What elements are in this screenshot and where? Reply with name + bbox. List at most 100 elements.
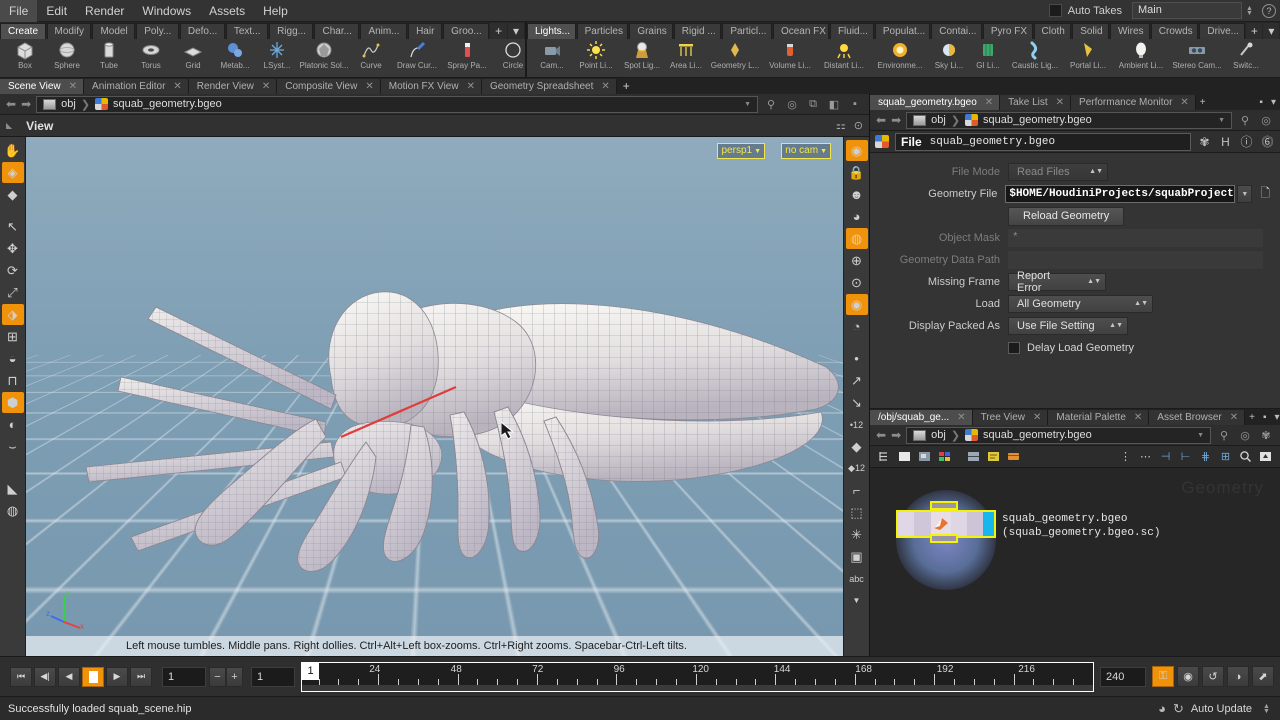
shelf-tool-ambient-light[interactable]: Ambient Li... xyxy=(1113,40,1169,77)
layout-node-icon[interactable] xyxy=(965,449,982,464)
cook-icon[interactable]: ◕ xyxy=(1158,701,1166,716)
delay-load-geometry-checkbox[interactable] xyxy=(1008,342,1020,354)
align-right-icon[interactable]: ⊢ xyxy=(1177,449,1194,464)
path-dropdown-icon[interactable]: ▼ xyxy=(1197,432,1204,439)
material-display-icon[interactable]: ◉ xyxy=(846,294,868,315)
shelf-tool-distant-light[interactable]: Distant Li... xyxy=(817,40,871,77)
shelf-tab-containers[interactable]: Contai... xyxy=(931,23,982,39)
pin-icon[interactable]: ⚲ xyxy=(763,96,779,112)
close-icon[interactable]: ✕ xyxy=(69,79,77,94)
take-spinner[interactable]: ▲▼ xyxy=(1244,2,1255,19)
more-icon[interactable]: ▪ xyxy=(847,96,863,112)
point-number-icon[interactable]: •12 xyxy=(846,414,868,435)
primitive-display-icon[interactable]: ◆ xyxy=(846,436,868,457)
viewport-cam-chip[interactable]: no cam▼ xyxy=(781,143,831,159)
shelf-tab-grains[interactable]: Grains xyxy=(629,23,672,39)
loop-icon[interactable]: ↺ xyxy=(1202,666,1224,687)
shelf-tool-sphere[interactable]: Sphere xyxy=(46,40,88,77)
viewport-camera-chip[interactable]: persp1▼ xyxy=(717,143,765,159)
shelf-tab-pyrofx[interactable]: Pyro FX xyxy=(983,23,1033,39)
nav-forward-icon[interactable]: ➡ xyxy=(891,113,901,127)
gear-icon[interactable]: ✾ xyxy=(1197,135,1212,149)
vector-display-icon[interactable]: ↘ xyxy=(846,392,868,413)
missing-frame-menu[interactable]: Report Error ▲▼ xyxy=(1008,273,1106,291)
close-icon[interactable]: ✕ xyxy=(1230,410,1238,425)
step-back-icon[interactable]: ◀| xyxy=(34,667,56,687)
shelf-tab-hair[interactable]: Hair xyxy=(408,23,442,39)
snap-grid-icon[interactable]: ⊞ xyxy=(2,326,24,347)
search-icon[interactable] xyxy=(1237,449,1254,464)
pane-tab-geometry-spreadsheet[interactable]: Geometry Spreadsheet ✕ xyxy=(482,79,617,94)
frame-increment-button[interactable]: + xyxy=(226,667,243,687)
network-path-field[interactable]: obj ❯ squab_geometry.bgeo ▼ xyxy=(906,427,1211,444)
lock-icon[interactable]: 🔒 xyxy=(846,162,868,183)
palette-icon[interactable]: ◧ xyxy=(826,96,842,112)
menu-help[interactable]: Help xyxy=(254,0,297,22)
shelf-tab-groom[interactable]: Groo... xyxy=(443,23,489,39)
shelf-tool-switcher[interactable]: Switc... xyxy=(1225,40,1267,77)
blank-node-icon[interactable] xyxy=(896,449,913,464)
align-left-icon[interactable]: ⊣ xyxy=(1157,449,1174,464)
pane-tab-performance-monitor[interactable]: Performance Monitor ✕ xyxy=(1071,95,1196,110)
shelf-tab-crowds[interactable]: Crowds xyxy=(1151,23,1199,39)
more-options-icon[interactable]: ▼ xyxy=(846,590,868,611)
audio-icon[interactable]: ◑ xyxy=(1227,666,1249,687)
snap-magnet-icon[interactable]: ⊓ xyxy=(2,370,24,391)
maximize-pane-icon[interactable]: ▪ xyxy=(1255,95,1267,110)
shelf-tool-environment-light[interactable]: Environme... xyxy=(871,40,929,77)
scene-path-field[interactable]: obj ❯ squab_geometry.bgeo ▼ xyxy=(36,96,758,113)
stop-icon[interactable] xyxy=(82,667,104,687)
arrow-select-icon[interactable]: ↖ xyxy=(2,216,24,237)
add-pane-tab-button[interactable]: + xyxy=(1196,95,1210,110)
reload-geometry-button[interactable]: Reload Geometry xyxy=(1008,207,1124,226)
shelf-tab-particlefluid[interactable]: Particl... xyxy=(722,23,772,39)
pane-tab-composite-view[interactable]: Composite View ✕ xyxy=(277,79,380,94)
info-icon[interactable]: ⓘ xyxy=(1239,133,1254,150)
shelf-tab-rigging[interactable]: Rigg... xyxy=(269,23,313,39)
path-dropdown-icon[interactable]: ▼ xyxy=(1218,117,1225,124)
object-mask-input[interactable]: * xyxy=(1008,229,1263,247)
pane-tab-motion-fx-view[interactable]: Motion FX View ✕ xyxy=(381,79,482,94)
play-forward-icon[interactable]: ▶ xyxy=(106,667,128,687)
shelf-tab-solid[interactable]: Solid xyxy=(1072,23,1109,39)
align-vertical-icon[interactable]: ⋮ xyxy=(1117,449,1134,464)
gear-icon[interactable]: ✾ xyxy=(1258,427,1274,443)
viewport-menu-caret-icon[interactable]: ◣ xyxy=(6,121,12,130)
shelf-tab-create[interactable]: Create xyxy=(0,23,46,39)
axis-display-icon[interactable]: ⌐ xyxy=(846,480,868,501)
shelf-add-tab-button[interactable]: + xyxy=(490,23,507,39)
close-icon[interactable]: ✕ xyxy=(1180,95,1188,110)
distribute-icon[interactable]: ⋕ xyxy=(1197,449,1214,464)
shelf-tab-animation[interactable]: Anim... xyxy=(360,23,407,39)
add-light-icon[interactable]: ⊕ xyxy=(846,250,868,271)
add-pane-tab-button[interactable]: + xyxy=(617,79,636,94)
shelf-tool-gi-light[interactable]: GI Li... xyxy=(969,40,1007,77)
close-icon[interactable]: ✕ xyxy=(957,410,965,425)
playhead-frame-indicator[interactable]: 1 xyxy=(302,663,319,680)
select-tool-icon[interactable]: ◆ xyxy=(2,184,24,205)
shelf-tab-wires[interactable]: Wires xyxy=(1110,23,1150,39)
shelf-tool-caustic-light[interactable]: Caustic Lig... xyxy=(1007,40,1063,77)
pin-icon[interactable]: ⚲ xyxy=(1237,112,1253,128)
close-icon[interactable]: ✕ xyxy=(1134,410,1142,425)
help-circle-icon[interactable]: ? xyxy=(1262,4,1276,18)
play-reverse-icon[interactable]: ◀ xyxy=(58,667,80,687)
headlight-icon[interactable]: ⊙ xyxy=(846,272,868,293)
lighting-icon[interactable]: ◍ xyxy=(846,228,868,249)
current-frame-field[interactable]: 1 xyxy=(162,667,206,687)
keyframe-icon[interactable]: ◉ xyxy=(1177,666,1199,687)
rotate-tool-icon[interactable]: ⟳ xyxy=(2,260,24,281)
menu-file[interactable]: File xyxy=(0,0,37,22)
pane-tab-tree-view[interactable]: Tree View ✕ xyxy=(973,410,1049,425)
point-display-icon[interactable]: • xyxy=(846,348,868,369)
box-group-icon[interactable] xyxy=(1005,449,1022,464)
shelf-tab-fluids[interactable]: Fluid... xyxy=(830,23,874,39)
shelf-tool-metaball[interactable]: Metab... xyxy=(214,40,256,77)
node-name-field[interactable]: File squab_geometry.bgeo xyxy=(895,133,1191,151)
shelf-tab-particles[interactable]: Particles xyxy=(577,23,629,39)
close-icon[interactable]: ✕ xyxy=(173,79,181,94)
visualize-icon[interactable]: ◔ xyxy=(846,316,868,337)
nav-forward-icon[interactable]: ➡ xyxy=(21,97,31,111)
node-output-flag[interactable] xyxy=(930,534,958,543)
copy-icon[interactable]: ⧉ xyxy=(805,96,821,112)
